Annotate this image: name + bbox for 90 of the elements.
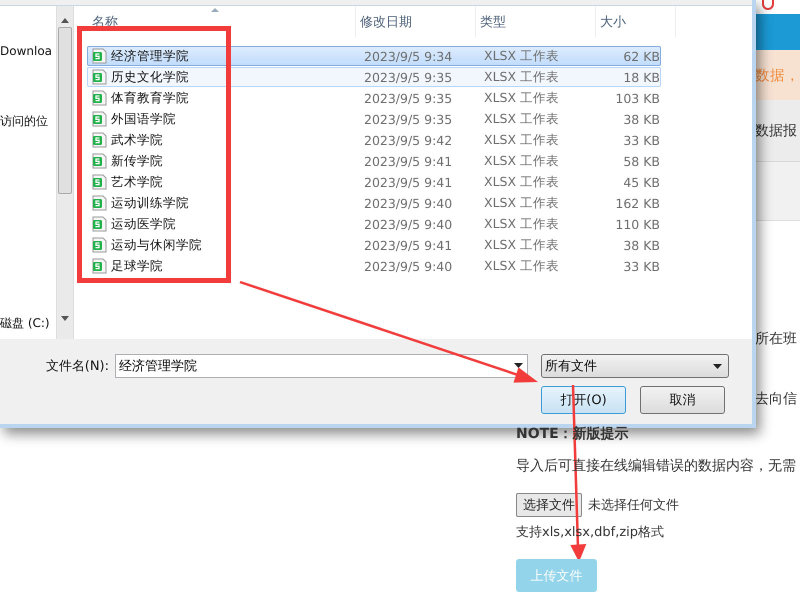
file-size: 162 KB (614, 196, 660, 210)
spreadsheet-icon (91, 111, 107, 127)
file-row[interactable]: 历史文化学院 2023/9/5 9:35 XLSX 工作表 18 KB (87, 67, 661, 87)
scroll-up-icon[interactable] (61, 18, 69, 23)
file-name: 外国语学院 (111, 110, 176, 128)
file-name: 新传学院 (111, 152, 163, 170)
choose-file-button[interactable]: 选择文件 (516, 493, 582, 517)
file-name: 运动与休闲学院 (111, 236, 202, 254)
nav-item[interactable]: Downloa (0, 44, 56, 58)
app-logo-icon (762, 0, 774, 10)
sort-arrow-icon (211, 8, 219, 12)
file-name: 经济管理学院 (111, 48, 189, 64)
scrollbar[interactable] (56, 6, 74, 339)
spreadsheet-icon (91, 174, 107, 190)
file-name: 运动医学院 (111, 216, 176, 232)
modified-date: 2023/9/5 9:41 (363, 154, 454, 168)
file-row[interactable]: 经济管理学院 2023/9/5 9:34 XLSX 工作表 62 KB (87, 46, 661, 66)
tab-label[interactable]: 数据报 (755, 122, 797, 140)
modified-date: 2023/9/5 9:40 (363, 216, 454, 232)
file-size: 62 KB (622, 48, 660, 64)
file-type: XLSX 工作表 (483, 236, 560, 254)
file-type: XLSX 工作表 (483, 90, 560, 106)
modified-date: 2023/9/5 9:41 (363, 174, 454, 190)
file-name: 运动训练学院 (111, 194, 189, 212)
nav-item[interactable]: 访问的位 (0, 113, 56, 130)
spreadsheet-icon (91, 69, 107, 85)
file-type: XLSX 工作表 (483, 194, 560, 212)
file-row[interactable]: 武术学院 2023/9/5 9:42 XLSX 工作表 33 KB (87, 130, 661, 150)
dialog-button[interactable]: 打开(O) (541, 386, 626, 414)
file-type-select[interactable]: 所有文件 (541, 354, 729, 378)
file-row[interactable]: 运动医学院 2023/9/5 9:40 XLSX 工作表 110 KB (87, 214, 661, 234)
spreadsheet-icon (91, 195, 107, 211)
modified-date: 2023/9/5 9:40 (363, 258, 454, 274)
instruction-text: 去向信 (755, 390, 797, 408)
file-size: 38 KB (622, 238, 660, 252)
modified-date: 2023/9/5 9:40 (363, 196, 454, 210)
modified-date: 2023/9/5 9:42 (363, 132, 454, 148)
column-header[interactable]: 修改日期 (356, 6, 476, 38)
modified-date: 2023/9/5 9:35 (363, 112, 454, 126)
file-size: 33 KB (622, 132, 660, 148)
file-type: XLSX 工作表 (483, 110, 560, 128)
file-name: 历史文化学院 (111, 68, 189, 86)
spreadsheet-icon (91, 258, 107, 274)
file-size: 45 KB (622, 174, 660, 190)
file-size: 33 KB (622, 258, 660, 274)
dialog-button[interactable]: 取消 (640, 386, 725, 414)
scroll-thumb[interactable] (58, 27, 72, 194)
file-type: XLSX 工作表 (483, 48, 560, 64)
spreadsheet-icon (91, 90, 107, 106)
file-name: 足球学院 (111, 258, 163, 274)
file-row[interactable]: 足球学院 2023/9/5 9:40 XLSX 工作表 33 KB (87, 256, 661, 276)
file-size: 18 KB (622, 70, 660, 84)
file-type: XLSX 工作表 (483, 258, 560, 274)
column-header[interactable]: 大小 (596, 6, 676, 38)
file-row[interactable]: 运动训练学院 2023/9/5 9:40 XLSX 工作表 162 KB (87, 193, 661, 213)
instruction-text: 所在班 (755, 330, 797, 348)
notice-text: 数据， (755, 66, 800, 84)
file-type: XLSX 工作表 (483, 174, 560, 190)
filename-label: 文件名(N): (46, 358, 110, 375)
file-name: 艺术学院 (111, 174, 163, 190)
spreadsheet-icon (91, 132, 107, 148)
file-row[interactable]: 艺术学院 2023/9/5 9:41 XLSX 工作表 45 KB (87, 172, 661, 192)
spreadsheet-icon (91, 48, 107, 64)
file-row[interactable]: 运动与休闲学院 2023/9/5 9:41 XLSX 工作表 38 KB (87, 235, 661, 255)
spreadsheet-icon (91, 237, 107, 253)
file-type: XLSX 工作表 (483, 152, 560, 170)
modified-date: 2023/9/5 9:41 (363, 238, 454, 252)
file-row[interactable]: 外国语学院 2023/9/5 9:35 XLSX 工作表 38 KB (87, 109, 661, 129)
modified-date: 2023/9/5 9:34 (363, 48, 454, 64)
file-name: 体育教育学院 (111, 90, 189, 106)
file-type: XLSX 工作表 (483, 132, 560, 148)
file-type: XLSX 工作表 (483, 68, 560, 86)
nav-item[interactable]: 磁盘 (C:) (0, 315, 56, 332)
file-name: 武术学院 (111, 132, 163, 148)
dropdown-caret-icon[interactable] (713, 364, 722, 368)
file-type: XLSX 工作表 (483, 216, 560, 232)
spreadsheet-icon (91, 153, 107, 169)
scroll-down-icon[interactable] (61, 316, 69, 321)
modified-date: 2023/9/5 9:35 (363, 90, 454, 106)
file-row[interactable]: 新传学院 2023/9/5 9:41 XLSX 工作表 58 KB (87, 151, 661, 171)
filename-field[interactable]: 经济管理学院 (115, 354, 528, 378)
modified-date: 2023/9/5 9:35 (363, 70, 454, 84)
file-size: 110 KB (614, 216, 660, 232)
file-size: 38 KB (622, 112, 660, 126)
file-row[interactable]: 体育教育学院 2023/9/5 9:35 XLSX 工作表 103 KB (87, 88, 661, 108)
spreadsheet-icon (91, 216, 107, 232)
file-size: 58 KB (622, 154, 660, 168)
file-size: 103 KB (614, 90, 660, 106)
file-status-text: 未选择任何文件 (588, 497, 679, 514)
column-header[interactable]: 类型 (476, 6, 596, 38)
